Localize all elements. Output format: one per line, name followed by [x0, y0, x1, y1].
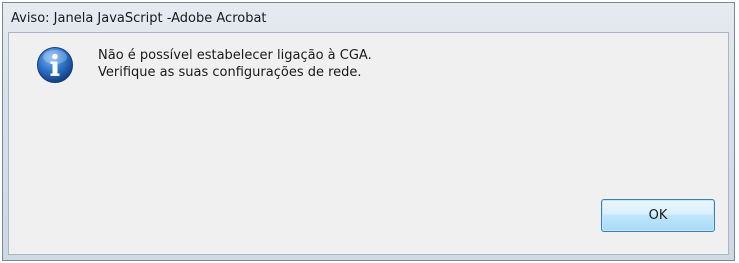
- message-line-2: Verifique as suas configurações de rede.: [98, 65, 362, 80]
- window-title: Aviso: Janela JavaScript -Adobe Acrobat: [11, 11, 267, 26]
- info-icon: [37, 47, 73, 83]
- title-bar[interactable]: Aviso: Janela JavaScript -Adobe Acrobat: [3, 3, 734, 33]
- ok-button[interactable]: OK: [601, 199, 715, 232]
- message-line-1: Não é possível estabelecer ligação à CGA…: [98, 48, 372, 63]
- message-text: Não é possível estabelecer ligação à CGA…: [98, 47, 372, 81]
